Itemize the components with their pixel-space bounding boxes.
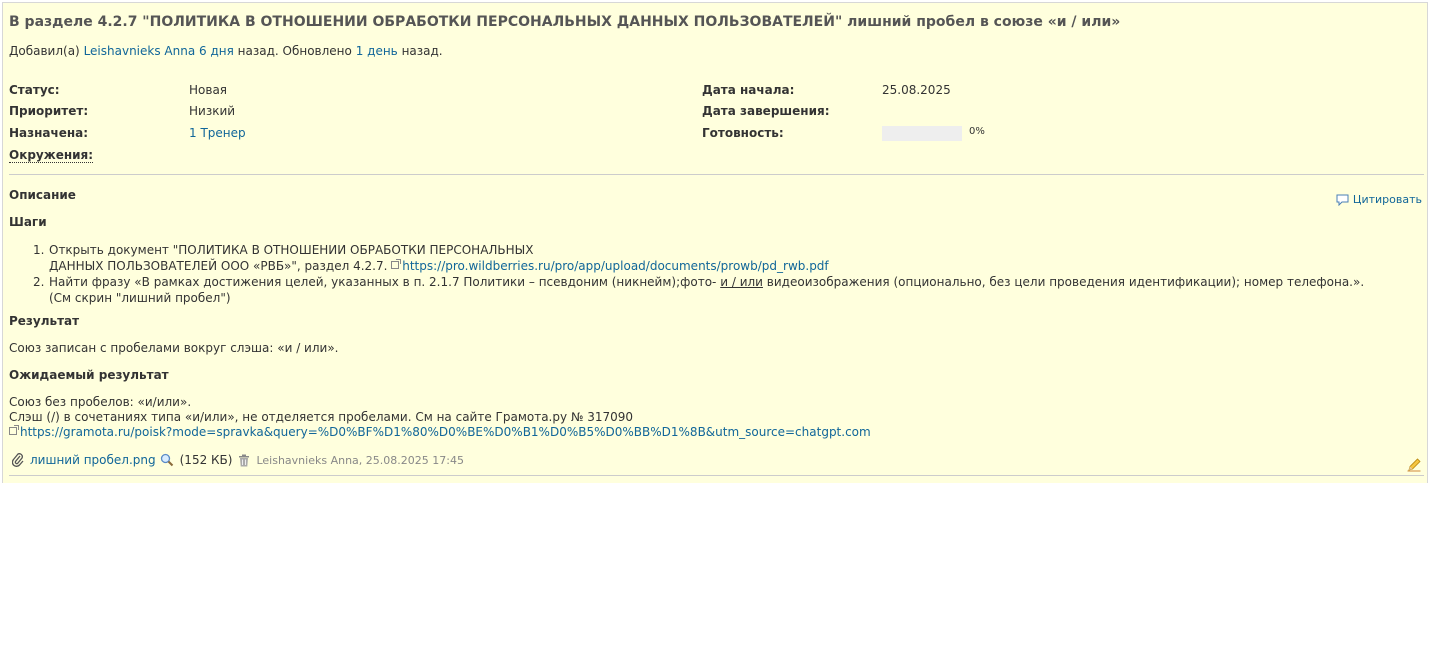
status-label: Статус: xyxy=(9,83,60,97)
environment-label: Окружения: xyxy=(9,148,94,163)
list-item: 2. Найти фразу «В рамках достижения целе… xyxy=(33,274,1364,306)
quote-button[interactable]: Цитировать xyxy=(1336,193,1422,206)
step-text-line1: Открыть документ "ПОЛИТИКА В ОТНОШЕНИИ О… xyxy=(49,243,534,257)
description-heading: Описание xyxy=(9,188,76,202)
expected-heading: Ожидаемый результат xyxy=(9,368,169,382)
issue-title: В разделе 4.2.7 "ПОЛИТИКА В ОТНОШЕНИИ ОБ… xyxy=(9,14,1121,30)
issue-panel: В разделе 4.2.7 "ПОЛИТИКА В ОТНОШЕНИИ ОБ… xyxy=(2,2,1428,483)
external-link-icon xyxy=(9,425,19,435)
step-number: 2. xyxy=(33,275,45,289)
assigned-user-link[interactable]: 1 Тренер xyxy=(189,126,246,140)
step-text-underlined: и / или xyxy=(720,275,763,289)
steps-list: 1. Открыть документ "ПОЛИТИКА В ОТНОШЕНИ… xyxy=(33,242,1364,306)
step-text-after: видеоизображения (опционально, без цели … xyxy=(766,275,1365,289)
trash-icon[interactable] xyxy=(238,454,250,467)
step-text-line1: Найти фразу «В рамках достижения целей, … xyxy=(49,274,1364,290)
list-item: 1. Открыть документ "ПОЛИТИКА В ОТНОШЕНИ… xyxy=(33,242,1364,274)
gramota-link[interactable]: https://gramota.ru/poisk?mode=spravka&qu… xyxy=(20,425,871,439)
paperclip-icon xyxy=(12,453,24,467)
quote-label: Цитировать xyxy=(1352,193,1422,206)
done-progress-bar xyxy=(882,126,962,141)
environment-label-text: Окружения: xyxy=(9,148,94,163)
attachment-size: (152 КБ) xyxy=(179,453,233,467)
done-percent: 0% xyxy=(969,126,985,137)
external-link-icon xyxy=(391,259,402,269)
done-label: Готовность: xyxy=(702,126,784,140)
expected-link-line: https://gramota.ru/poisk?mode=spravka&qu… xyxy=(9,425,871,439)
attachment-meta: Leishavnieks Anna, 25.08.2025 17:45 xyxy=(256,453,464,467)
step-text-line2: (См скрин "лишний пробел") xyxy=(49,291,231,305)
start-date-label: Дата начала: xyxy=(702,83,795,97)
expected-text-line2: Слэш (/) в сочетаниях типа «и/или», не о… xyxy=(9,410,634,424)
result-text: Союз записан с пробелами вокруг слэша: «… xyxy=(9,341,339,355)
attachment-row: лишний пробел.png (152 КБ) Leishavnieks … xyxy=(12,453,464,467)
divider xyxy=(9,174,1424,175)
author-link[interactable]: Leishavnieks Anna xyxy=(84,44,196,58)
magnifier-icon[interactable] xyxy=(160,453,174,467)
updated-ago-link[interactable]: 1 день xyxy=(356,44,398,58)
steps-heading: Шаги xyxy=(9,215,47,229)
attachment-link[interactable]: лишний пробел.png xyxy=(30,453,156,467)
after-updated-text: назад. xyxy=(401,44,443,58)
step-number: 1. xyxy=(33,243,45,257)
after-added-text: назад. Обновлено xyxy=(237,44,352,58)
document-link[interactable]: https://pro.wildberries.ru/pro/app/uploa… xyxy=(402,259,828,273)
bottom-divider xyxy=(9,475,1424,476)
due-date-label: Дата завершения: xyxy=(702,104,830,118)
start-date-value: 25.08.2025 xyxy=(882,83,951,97)
priority-label: Приоритет: xyxy=(9,104,89,118)
author-line: Добавил(а) Leishavnieks Anna 6 дня назад… xyxy=(9,44,443,58)
priority-value: Низкий xyxy=(189,104,236,118)
added-ago-link[interactable]: 6 дня xyxy=(199,44,234,58)
status-value: Новая xyxy=(189,83,228,97)
assigned-label: Назначена: xyxy=(9,126,89,140)
step-text-before: Найти фразу «В рамках достижения целей, … xyxy=(49,275,717,289)
pencil-icon[interactable] xyxy=(1407,458,1421,472)
quote-icon xyxy=(1336,194,1349,206)
step-text-line2: ДАННЫХ ПОЛЬЗОВАТЕЛЕЙ ООО «РВБ»", раздел … xyxy=(49,258,1364,274)
step-text-line2-text: ДАННЫХ ПОЛЬЗОВАТЕЛЕЙ ООО «РВБ»", раздел … xyxy=(49,259,388,273)
expected-text-line1: Союз без пробелов: «и/или». xyxy=(9,395,192,409)
author-prefix: Добавил(а) xyxy=(9,44,80,58)
result-heading: Результат xyxy=(9,314,80,328)
